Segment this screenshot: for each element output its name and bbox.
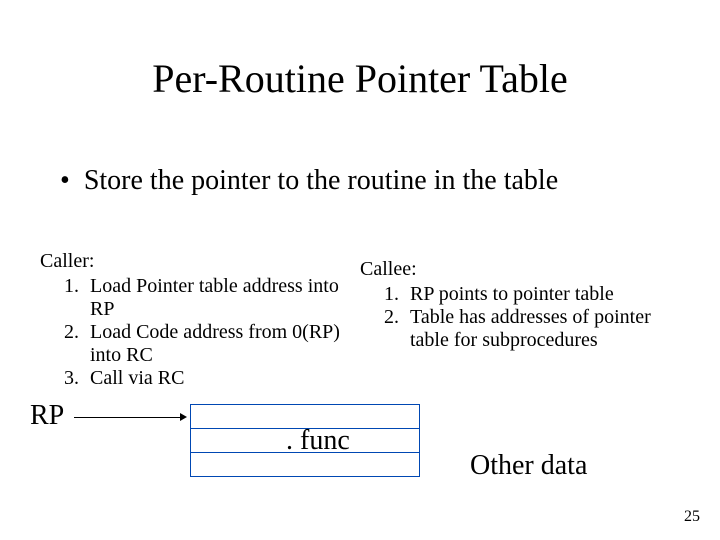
list-item: Load Code address from 0(RP) into RC: [84, 321, 360, 367]
pointer-table-diagram: RP . func Other data: [30, 405, 690, 505]
bullet-dot-icon: •: [60, 165, 70, 197]
main-bullet: • Store the pointer to the routine in th…: [60, 165, 558, 197]
slide: Per-Routine Pointer Table • Store the po…: [0, 0, 720, 540]
page-number: 25: [684, 508, 700, 526]
caller-heading: Caller:: [40, 250, 360, 273]
two-columns: Caller: Load Pointer table address into …: [40, 250, 680, 390]
bullet-text: Store the pointer to the routine in the …: [84, 165, 558, 197]
caller-list: Load Pointer table address into RP Load …: [40, 275, 360, 390]
callee-heading: Callee:: [360, 258, 680, 281]
list-item: Table has addresses of pointer table for…: [404, 306, 680, 352]
list-item: Call via RC: [84, 367, 360, 390]
rp-label: RP: [30, 400, 64, 432]
func-label: . func: [286, 425, 350, 457]
caller-column: Caller: Load Pointer table address into …: [40, 250, 360, 390]
callee-list: RP points to pointer table Table has add…: [360, 283, 680, 352]
list-item: RP points to pointer table: [404, 283, 680, 306]
arrow-head-icon: [180, 413, 187, 421]
list-item: Load Pointer table address into RP: [84, 275, 360, 321]
callee-column: Callee: RP points to pointer table Table…: [360, 250, 680, 390]
other-data-label: Other data: [470, 450, 587, 482]
arrow-shaft-icon: [74, 417, 180, 418]
slide-title: Per-Routine Pointer Table: [0, 55, 720, 102]
